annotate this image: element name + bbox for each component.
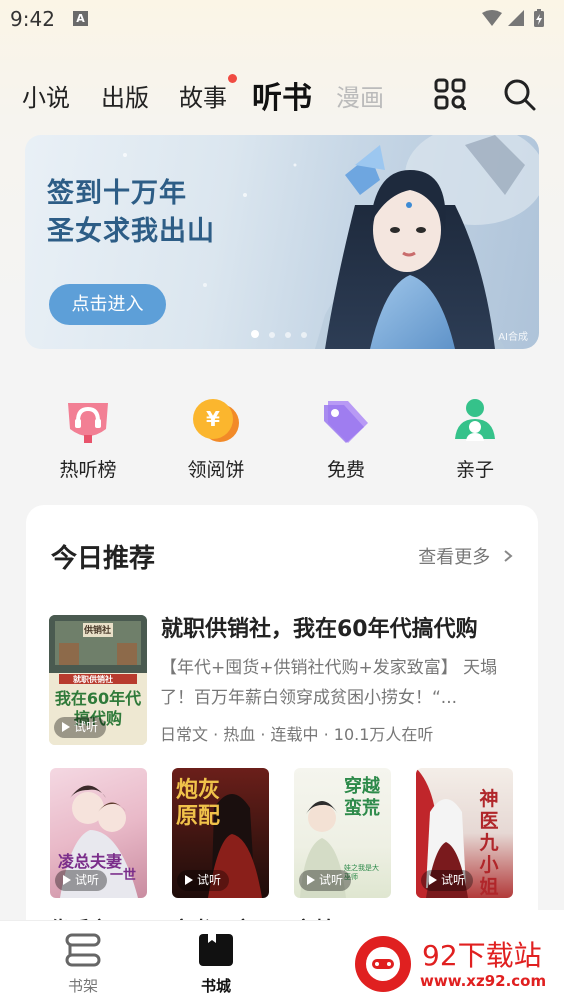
banner-dot xyxy=(269,332,275,338)
cover-title: 炮灰原配 xyxy=(176,778,221,829)
book-cover[interactable]: 神医九小姐 试听 xyxy=(416,768,513,898)
category-label: 亲子 xyxy=(455,459,494,481)
tab-audiobook[interactable]: 听书 xyxy=(252,73,312,117)
nav-bookshelf[interactable]: 书架 xyxy=(48,933,118,996)
see-more-link[interactable]: 查看更多 xyxy=(418,543,514,569)
banner-title-line1: 签到十万年 xyxy=(47,178,187,209)
top-tabs: 小说 出版 故事 听书 漫画 xyxy=(0,70,564,120)
status-bar: 9:42 A xyxy=(0,0,564,40)
bookshelf-icon xyxy=(65,933,101,967)
book-cover[interactable]: 炮灰原配 试听 xyxy=(172,768,269,898)
status-icons xyxy=(480,9,550,33)
status-time: 9:42 xyxy=(10,7,55,31)
promo-banner[interactable]: 签到十万年 圣女求我出山 点击进入 AI合成 xyxy=(25,135,539,349)
preview-badge[interactable]: 试听 xyxy=(177,870,230,891)
ai-generated-tag: AI合成 xyxy=(498,332,528,343)
cover-tag: 就职供销社 xyxy=(73,675,113,684)
watermark: 92下载站 www.xz92.com xyxy=(330,910,564,1004)
cover-sign: 供销社 xyxy=(84,626,112,636)
section-title: 今日推荐 xyxy=(51,544,156,574)
banner-title-line2: 圣女求我出山 xyxy=(47,216,215,247)
banner-enter-button[interactable]: 点击进入 xyxy=(49,284,166,325)
banner-dot xyxy=(285,332,291,338)
preview-badge[interactable]: 试听 xyxy=(299,870,352,891)
play-icon xyxy=(63,875,71,885)
category-grid-icon[interactable] xyxy=(434,78,466,110)
preview-badge[interactable]: 试听 xyxy=(421,870,474,891)
search-icon[interactable] xyxy=(503,78,537,112)
cover-subtitle: 一世 xyxy=(110,868,137,883)
featured-book-desc: 【年代+囤货+供销社代购+发家致富】 天塌了！百万年薪白领穿成贫困小捞女！“..… xyxy=(160,658,498,708)
parent-child-icon xyxy=(455,399,495,441)
tab-novel[interactable]: 小说 xyxy=(22,78,70,113)
banner-title: 签到十万年 圣女求我出山 xyxy=(47,175,215,251)
tab-publish[interactable]: 出版 xyxy=(101,78,149,113)
preview-label: 试听 xyxy=(75,873,100,887)
category-label: 领阅饼 xyxy=(187,459,245,481)
featured-book-cover[interactable]: 供销社 就职供销社 我在60年代搞代购 试听 xyxy=(49,615,147,745)
preview-label: 试听 xyxy=(197,873,222,887)
cover-title: 穿越蛮荒 xyxy=(344,776,380,819)
cover-title: 神医九小姐 xyxy=(479,788,499,898)
play-icon xyxy=(429,875,437,885)
play-icon xyxy=(62,722,70,732)
nav-bookstore[interactable]: 书城 xyxy=(181,933,251,996)
nav-label: 书架 xyxy=(67,977,98,995)
preview-label: 试听 xyxy=(74,720,99,734)
preview-badge[interactable]: 试听 xyxy=(55,870,108,891)
category-parenting[interactable]: 亲子 xyxy=(425,395,525,482)
category-hot-listen[interactable]: 热听榜 xyxy=(38,395,138,482)
book-cover[interactable]: 凌总夫妻 一世 试听 xyxy=(50,768,147,898)
watermark-title: 92下载站 xyxy=(422,939,542,972)
featured-book-title[interactable]: 就职供销社，我在60年代搞代购 xyxy=(161,611,478,643)
banner-dot xyxy=(301,332,307,338)
watermark-url: www.xz92.com xyxy=(420,972,547,990)
notification-icon: A xyxy=(73,11,88,26)
signal-battery-icon xyxy=(482,9,544,27)
preview-label: 试听 xyxy=(319,873,344,887)
preview-label: 试听 xyxy=(441,873,466,887)
banner-pagination xyxy=(251,323,317,342)
book-cover[interactable]: 穿越蛮荒 娃之我是大巫师 试听 xyxy=(294,768,391,898)
category-label: 热听榜 xyxy=(59,459,117,481)
svg-text:¥: ¥ xyxy=(206,407,220,431)
banner-dot xyxy=(251,330,259,338)
book-store-icon xyxy=(199,934,233,966)
yen-coin-icon: ¥ xyxy=(193,399,239,442)
nav-label: 书城 xyxy=(200,977,231,995)
preview-badge[interactable]: 试听 xyxy=(54,717,107,738)
category-coupon[interactable]: ¥ 领阅饼 xyxy=(166,395,266,482)
category-label: 免费 xyxy=(326,459,365,481)
watermark-logo xyxy=(355,936,411,992)
play-icon xyxy=(185,875,193,885)
featured-book-meta: 日常文 · 热血 · 连载中 · 10.1万人在听 xyxy=(160,725,434,744)
play-icon xyxy=(307,875,315,885)
tab-comic[interactable]: 漫画 xyxy=(336,78,384,113)
see-more-label: 查看更多 xyxy=(418,547,491,568)
category-free[interactable]: 免费 xyxy=(296,395,396,482)
chevron-right-icon xyxy=(504,550,513,562)
tab-story[interactable]: 故事 xyxy=(179,78,227,113)
headphones-trophy-icon xyxy=(68,403,108,443)
price-tag-icon xyxy=(324,401,368,443)
tab-story-dot xyxy=(228,74,237,83)
